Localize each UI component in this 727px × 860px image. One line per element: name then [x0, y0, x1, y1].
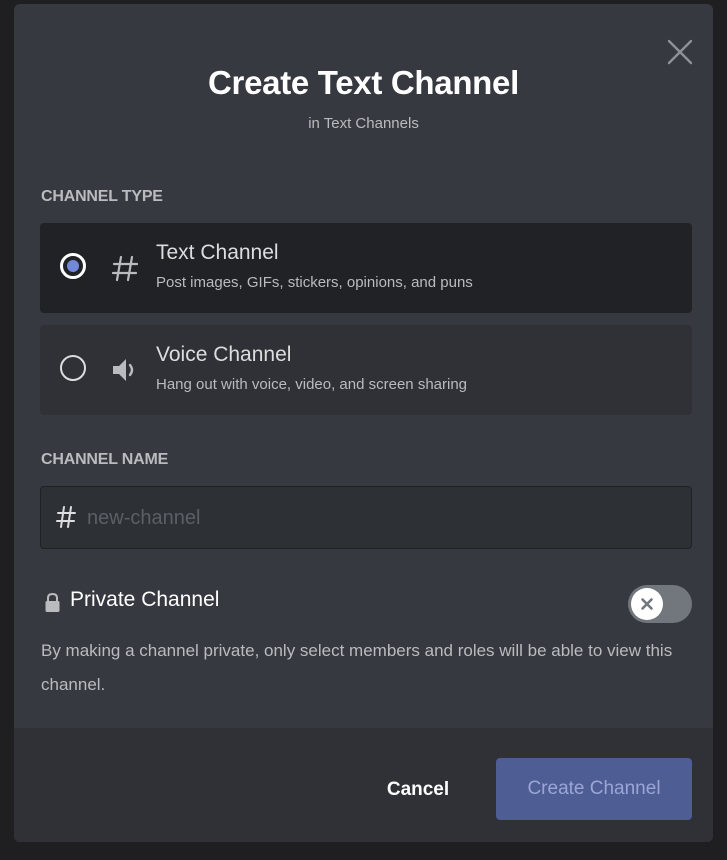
- radio-voice-channel[interactable]: [60, 355, 86, 381]
- radio-text-channel[interactable]: [60, 253, 86, 279]
- channel-name-input[interactable]: [87, 499, 677, 537]
- private-channel-label: Private Channel: [70, 588, 220, 611]
- channel-type-option-text[interactable]: Text Channel Post images, GIFs, stickers…: [40, 223, 692, 313]
- speaker-icon: [113, 359, 134, 381]
- private-channel-row: Private Channel: [41, 585, 692, 623]
- lock-icon: [45, 592, 60, 612]
- voice-channel-description: Hang out with voice, video, and screen s…: [156, 376, 468, 393]
- text-channel-description: Post images, GIFs, stickers, opinions, a…: [156, 274, 473, 291]
- cancel-button[interactable]: Cancel: [376, 760, 460, 820]
- modal-footer: Cancel Create Channel: [14, 728, 713, 842]
- channel-name-field: [40, 486, 692, 549]
- channel-type-label: CHANNEL TYPE: [41, 188, 163, 205]
- hash-icon: [111, 255, 139, 282]
- toggle-knob: [631, 588, 663, 620]
- modal-title: Create Text Channel: [208, 64, 519, 101]
- private-channel-toggle[interactable]: [628, 585, 692, 623]
- create-channel-modal: Create Text Channel in Text Channels CHA…: [14, 4, 713, 842]
- private-channel-description: By making a channel private, only select…: [41, 641, 673, 694]
- hash-icon: [56, 506, 76, 528]
- channel-type-option-voice[interactable]: Voice Channel Hang out with voice, video…: [40, 325, 692, 415]
- voice-channel-name: Voice Channel: [156, 343, 292, 366]
- text-channel-name: Text Channel: [156, 241, 279, 264]
- close-icon: [641, 598, 653, 610]
- modal-subtitle: in Text Channels: [308, 115, 419, 132]
- close-icon: [667, 39, 693, 65]
- create-channel-button[interactable]: Create Channel: [496, 758, 692, 820]
- close-button[interactable]: [666, 38, 694, 66]
- channel-name-label: CHANNEL NAME: [41, 451, 169, 468]
